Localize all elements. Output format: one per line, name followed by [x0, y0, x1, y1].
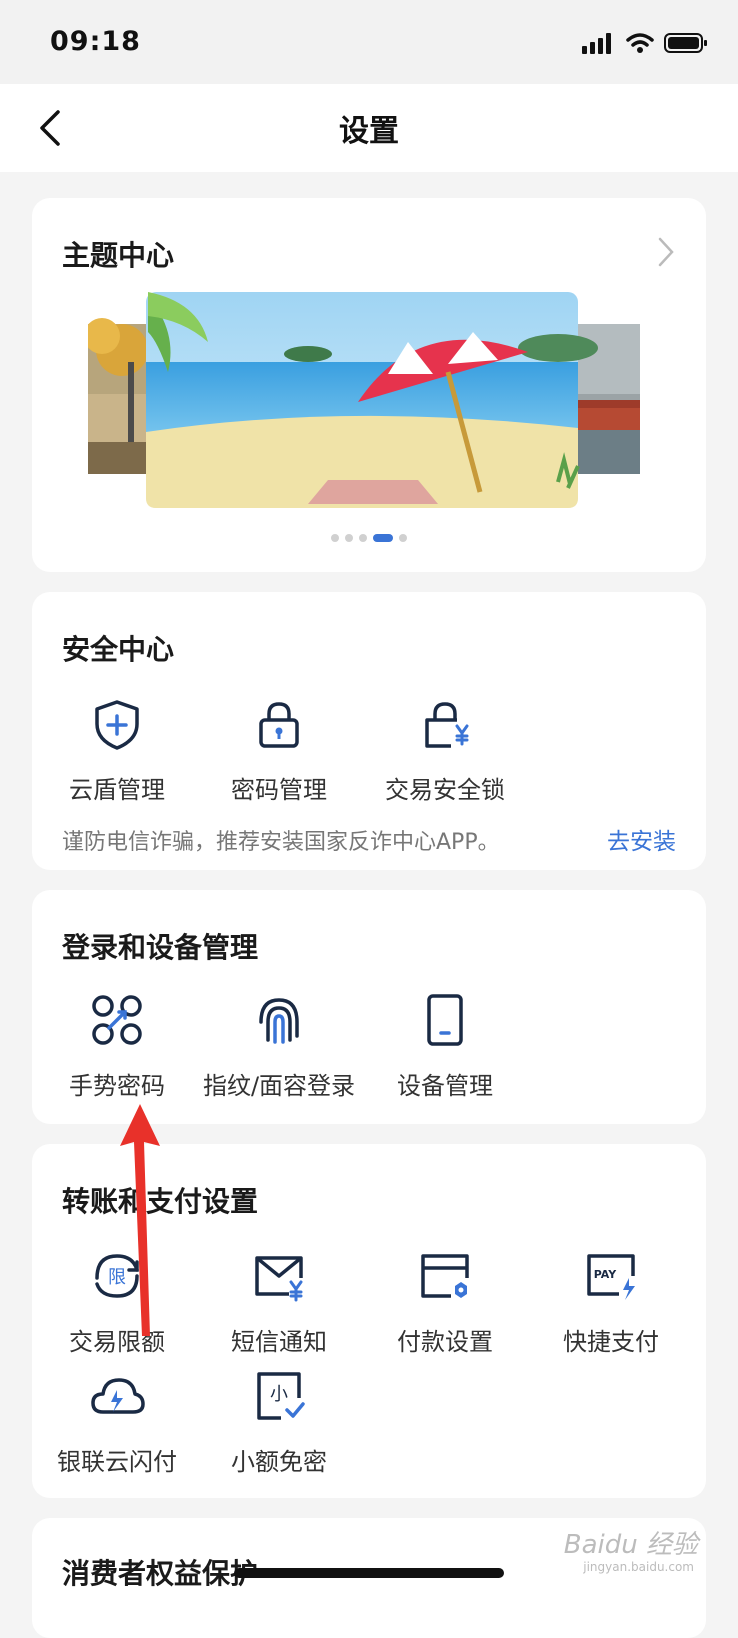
pay-icon: PAY — [587, 1254, 635, 1300]
home-indicator — [234, 1568, 504, 1578]
annotation-arrow — [120, 1104, 160, 1336]
security-center-title: 安全中心 — [62, 633, 175, 666]
payment-setting-label: 付款设置 — [397, 1328, 493, 1356]
biometric-login-label: 指纹/面容登录 — [202, 1072, 356, 1100]
unionpay-cloud-item[interactable]: 银联云闪付 — [32, 1368, 202, 1477]
small-amount-free-item[interactable]: 小 小额免密 — [194, 1368, 364, 1477]
carousel-dot-active — [373, 534, 393, 542]
install-link[interactable]: 去安装 — [607, 822, 676, 856]
security-center-card: 安全中心 云盾管理 密码管理 交易安全锁 谨防电信诈骗，推荐安装国家反诈中心AP… — [32, 592, 706, 870]
fingerprint-icon — [259, 998, 299, 1044]
anti-fraud-tip: 谨防电信诈骗，推荐安装国家反诈中心APP。 — [62, 830, 500, 855]
device-manage-label: 设备管理 — [397, 1072, 493, 1100]
theme-thumbnail-left[interactable] — [88, 318, 152, 474]
password-manage-item[interactable]: 密码管理 — [194, 696, 364, 805]
battery-icon — [664, 33, 707, 53]
status-bar: 09:18 — [0, 0, 738, 84]
carousel-dot — [359, 534, 367, 542]
signal-icon — [582, 33, 611, 54]
sms-notify-label: 短信通知 — [231, 1328, 327, 1356]
sms-notify-item[interactable]: 短信通知 — [194, 1248, 364, 1357]
status-icons — [582, 32, 708, 54]
theme-carousel[interactable] — [88, 292, 640, 508]
card-gear-icon — [421, 1254, 469, 1298]
login-device-card: 登录和设备管理 手势密码 指纹/面容登录 设备管理 — [32, 890, 706, 1124]
status-time: 09:18 — [50, 26, 141, 57]
login-device-title: 登录和设备管理 — [62, 931, 259, 964]
trade-lock-item[interactable]: 交易安全锁 — [360, 696, 530, 805]
chevron-right-icon[interactable] — [656, 236, 676, 268]
pay-icon-text: PAY — [594, 1268, 618, 1281]
watermark-url: jingyan.baidu.com — [583, 1560, 694, 1574]
wifi-icon — [626, 33, 654, 53]
cloud-shield-label: 云盾管理 — [69, 776, 165, 804]
carousel-dot — [345, 534, 353, 542]
gesture-password-label: 手势密码 — [69, 1072, 165, 1100]
consumer-rights-title: 消费者权益保护 — [62, 1557, 259, 1590]
cloud-shield-item[interactable]: 云盾管理 — [32, 696, 202, 805]
lock-icon — [259, 702, 299, 748]
watermark-logo: Baidu 经验 — [563, 1530, 698, 1560]
device-manage-item[interactable]: 设备管理 — [360, 992, 530, 1101]
page-title: 设置 — [339, 114, 399, 149]
carousel-dot — [331, 534, 339, 542]
carousel-indicator — [32, 534, 706, 542]
small-amount-icon-text: 小 — [270, 1384, 288, 1405]
shield-plus-icon — [95, 700, 139, 750]
trade-lock-label: 交易安全锁 — [385, 776, 505, 804]
small-amount-icon: 小 — [257, 1372, 305, 1420]
device-icon — [427, 994, 463, 1046]
theme-center-card[interactable]: 主题中心 — [32, 198, 706, 572]
sms-yen-icon — [255, 1256, 303, 1302]
payment-setting-item[interactable]: 付款设置 — [360, 1248, 530, 1357]
quick-pay-item[interactable]: PAY 快捷支付 — [526, 1248, 696, 1357]
small-amount-free-label: 小额免密 — [231, 1448, 327, 1476]
unionpay-cloud-label: 银联云闪付 — [57, 1448, 177, 1476]
gesture-icon — [92, 995, 142, 1045]
gesture-password-item[interactable]: 手势密码 — [32, 992, 202, 1101]
theme-thumbnail-beach[interactable] — [146, 292, 598, 508]
cloud-flash-icon — [91, 1378, 145, 1414]
quick-pay-label: 快捷支付 — [563, 1328, 659, 1356]
password-manage-label: 密码管理 — [231, 776, 327, 804]
theme-center-title: 主题中心 — [62, 239, 175, 272]
carousel-dot — [399, 534, 407, 542]
nav-bar: 设置 — [0, 84, 738, 172]
lock-yen-icon — [425, 702, 469, 748]
biometric-login-item[interactable]: 指纹/面容登录 — [194, 992, 364, 1101]
